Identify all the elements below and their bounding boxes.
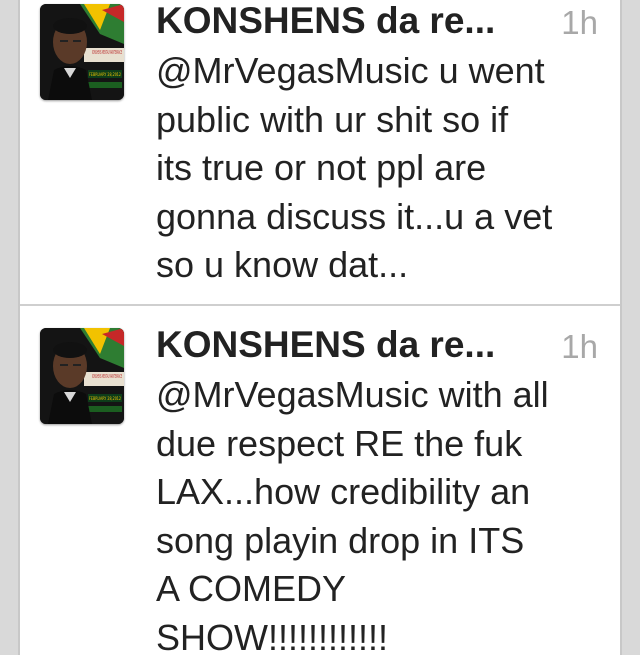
tweet-text-line: A COMEDY bbox=[156, 568, 347, 609]
tweet-text: @MrVegasMusic u went public with ur shit… bbox=[156, 47, 616, 290]
tweet-text-line: so u know dat... bbox=[156, 244, 409, 285]
svg-text:FEBRUARY 28,2012: FEBRUARY 28,2012 bbox=[89, 72, 121, 78]
tweet-text-line: gonna discuss it...u a vet bbox=[156, 195, 553, 237]
tweet-text-line: @MrVegasMusic u went bbox=[156, 50, 545, 91]
author-name[interactable]: KONSHENS da re... bbox=[156, 324, 495, 366]
tweet-cell[interactable]: KONSHENS MENTAL MAINTENANCE FEBRUARY 28,… bbox=[20, 0, 620, 306]
tweet-text-line: song playin drop in ITS bbox=[156, 519, 525, 561]
svg-text:KONSHENS MENTAL MAINTENANCE: KONSHENS MENTAL MAINTENANCE bbox=[92, 50, 122, 56]
tweet-text-line: SHOW!!!!!!!!!!!! bbox=[156, 616, 389, 655]
svg-text:FEBRUARY 28,2012: FEBRUARY 28,2012 bbox=[89, 396, 121, 402]
tweet-timeline: KONSHENS MENTAL MAINTENANCE FEBRUARY 28,… bbox=[18, 0, 622, 655]
user-avatar-photo[interactable]: KONSHENS MENTAL MAINTENANCE FEBRUARY 28,… bbox=[40, 4, 124, 100]
tweet-timestamp: 1h bbox=[561, 4, 598, 41]
tweet-text: @MrVegasMusic with all due respect RE th… bbox=[156, 371, 616, 655]
tweet-cell[interactable]: KONSHENS MENTAL MAINTENANCE FEBRUARY 28,… bbox=[20, 306, 620, 655]
tweet-timestamp: 1h bbox=[561, 328, 598, 365]
svg-text:KONSHENS MENTAL MAINTENANCE: KONSHENS MENTAL MAINTENANCE bbox=[92, 374, 122, 380]
tweet-text-line: LAX...how credibility an bbox=[156, 471, 531, 512]
user-avatar-photo[interactable]: KONSHENS MENTAL MAINTENANCE FEBRUARY 28,… bbox=[40, 328, 124, 424]
tweet-text-line: public with ur shit so if bbox=[156, 98, 509, 140]
tweet-text-line: its true or not ppl are bbox=[156, 147, 487, 188]
tweet-text-line: due respect RE the fuk bbox=[156, 422, 523, 464]
author-name[interactable]: KONSHENS da re... bbox=[156, 0, 495, 42]
tweet-text-line: @MrVegasMusic with all bbox=[156, 374, 549, 415]
